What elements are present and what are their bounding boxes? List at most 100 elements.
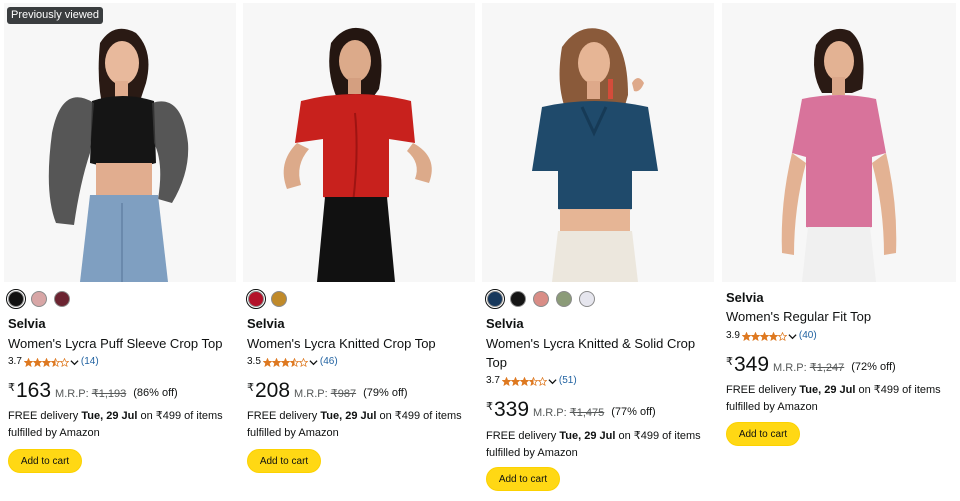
add-to-cart-button[interactable]: Add to cart: [247, 449, 321, 473]
brand-name: Selvia: [8, 316, 46, 331]
price-row: ₹ 208 M.R.P: ₹987 (79% off): [247, 379, 408, 403]
fulfilled-by: fulfilled by Amazon: [8, 427, 100, 439]
fulfilled-by: fulfilled by Amazon: [247, 427, 339, 439]
star-icon: [298, 357, 308, 367]
price: 208: [255, 379, 291, 402]
brand-name: Selvia: [486, 316, 524, 331]
color-swatch[interactable]: [579, 291, 595, 307]
product-title-line: Women's Lycra Knitted & Solid Crop: [486, 336, 696, 351]
color-swatch[interactable]: [5, 288, 27, 310]
product-title[interactable]: Women's Regular Fit Top: [726, 307, 871, 326]
star-icon: [528, 376, 538, 386]
star-rating-icon: [23, 357, 69, 367]
color-swatch[interactable]: [271, 291, 287, 307]
star-icon: [537, 376, 547, 386]
delivery-suffix: on ₹499 of items: [140, 410, 223, 422]
product-photo: [722, 3, 956, 282]
delivery-prefix: FREE delivery: [486, 430, 557, 442]
mrp-label-text: M.R.P:: [773, 362, 807, 374]
color-swatches: [5, 288, 70, 310]
product-image[interactable]: [243, 3, 475, 282]
fulfilled-by: fulfilled by Amazon: [726, 401, 818, 413]
mrp-label: M.R.P: ₹1,247: [773, 361, 844, 374]
mrp-label: M.R.P: ₹1,193: [55, 387, 126, 400]
delivery-info: FREE delivery Tue, 29 Jul on ₹499 of ite…: [8, 408, 238, 442]
add-to-cart-button[interactable]: Add to cart: [8, 449, 82, 473]
currency-symbol: ₹: [247, 382, 254, 394]
delivery-suffix: on ₹499 of items: [379, 410, 462, 422]
review-count[interactable]: (14): [81, 356, 99, 368]
mrp-label: M.R.P: ₹1,475: [533, 406, 604, 419]
rating-row[interactable]: 3.9 (40): [726, 330, 817, 342]
product-image[interactable]: [482, 3, 714, 282]
product-title[interactable]: Women's Lycra Knitted Crop Top: [247, 334, 436, 353]
product-card[interactable]: Selvia Women's Lycra Knitted & Solid Cro…: [482, 0, 714, 501]
brand-name: Selvia: [726, 290, 764, 305]
previously-viewed-badge: Previously viewed: [7, 7, 104, 24]
currency-symbol: ₹: [726, 356, 733, 368]
rating-row[interactable]: 3.7 (14): [8, 356, 99, 368]
currency-symbol: ₹: [8, 382, 15, 394]
star-icon: [750, 331, 760, 341]
star-icon: [262, 357, 272, 367]
delivery-suffix: on ₹499 of items: [618, 430, 701, 442]
discount: (77% off): [611, 406, 656, 418]
rating-row[interactable]: 3.5 (46): [247, 356, 338, 368]
product-image[interactable]: Previously viewed: [4, 3, 236, 282]
delivery-prefix: FREE delivery: [8, 410, 79, 422]
add-to-cart-button[interactable]: Add to cart: [486, 467, 560, 491]
delivery-date: Tue, 29 Jul: [799, 384, 856, 396]
product-image[interactable]: [722, 3, 956, 282]
color-swatch[interactable]: [510, 291, 526, 307]
discount: (72% off): [851, 361, 896, 373]
review-count[interactable]: (40): [799, 330, 817, 342]
color-swatch[interactable]: [533, 291, 549, 307]
star-icon: [519, 376, 529, 386]
discount: (79% off): [363, 387, 408, 399]
price-row: ₹ 163 M.R.P: ₹1,193 (86% off): [8, 379, 178, 403]
star-rating-icon: [501, 376, 547, 386]
review-count[interactable]: (46): [320, 356, 338, 368]
star-icon: [32, 357, 42, 367]
star-icon: [768, 331, 778, 341]
color-swatch[interactable]: [54, 291, 70, 307]
mrp-label-text: M.R.P:: [55, 388, 89, 400]
color-swatches: [484, 288, 595, 310]
delivery-date: Tue, 29 Jul: [81, 410, 138, 422]
mrp-value: ₹1,247: [809, 362, 845, 374]
rating-row[interactable]: 3.7 (51): [486, 375, 577, 387]
fulfilled-by: fulfilled by Amazon: [486, 447, 578, 459]
price: 339: [494, 398, 530, 421]
mrp-value: ₹987: [330, 388, 357, 400]
delivery-prefix: FREE delivery: [247, 410, 318, 422]
mrp-label: M.R.P: ₹987: [294, 387, 356, 400]
delivery-suffix: on ₹499 of items: [858, 384, 941, 396]
currency-symbol: ₹: [486, 401, 493, 413]
color-swatch[interactable]: [245, 288, 267, 310]
mrp-label-text: M.R.P:: [294, 388, 328, 400]
delivery-date: Tue, 29 Jul: [320, 410, 377, 422]
star-icon: [271, 357, 281, 367]
chevron-down-icon[interactable]: [309, 358, 318, 367]
rating-value: 3.9: [726, 330, 740, 341]
product-card[interactable]: Selvia Women's Regular Fit Top 3.9 (40) …: [722, 0, 956, 501]
product-title[interactable]: Women's Lycra Puff Sleeve Crop Top: [8, 334, 222, 353]
product-title[interactable]: Women's Lycra Knitted & Solid Crop Top: [486, 334, 695, 372]
color-swatch[interactable]: [484, 288, 506, 310]
product-photo: [243, 3, 475, 282]
color-swatch[interactable]: [31, 291, 47, 307]
product-card[interactable]: Selvia Women's Lycra Knitted Crop Top 3.…: [243, 0, 475, 501]
star-rating-icon: [741, 331, 787, 341]
add-to-cart-button[interactable]: Add to cart: [726, 422, 800, 446]
mrp-value: ₹1,475: [569, 407, 605, 419]
review-count[interactable]: (51): [559, 375, 577, 387]
chevron-down-icon[interactable]: [70, 358, 79, 367]
product-card[interactable]: Previously viewed Selvia Women's Lycra P…: [4, 0, 236, 501]
star-icon: [23, 357, 33, 367]
chevron-down-icon[interactable]: [788, 332, 797, 341]
color-swatch[interactable]: [556, 291, 572, 307]
mrp-label-text: M.R.P:: [533, 407, 567, 419]
chevron-down-icon[interactable]: [548, 377, 557, 386]
star-icon: [50, 357, 60, 367]
star-icon: [280, 357, 290, 367]
